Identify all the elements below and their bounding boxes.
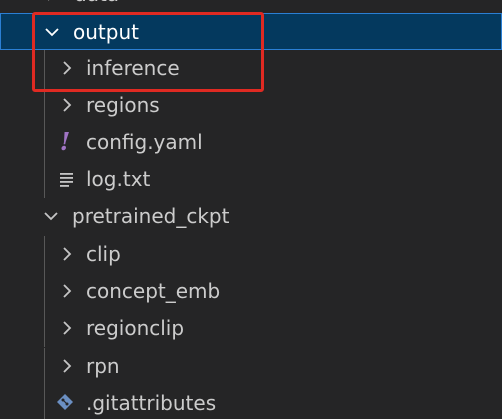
indent-guide [44,348,45,385]
tree-item-pretrained-ckpt[interactable]: pretrained_ckpt [0,198,502,235]
git-diamond-icon [55,391,75,415]
chevron-down-icon [43,23,61,41]
tree-item-label: inference [86,56,180,80]
tree-item-regionclip[interactable]: regionclip [0,310,502,347]
indent-guide [44,161,45,198]
tree-item-label: data [74,0,119,7]
text-lines-icon [58,167,78,191]
tree-item-label: regions [86,93,160,117]
file-explorer-tree: data output inference regions ! config.y… [0,0,502,419]
tree-item-label: log.txt [86,167,151,191]
chevron-right-icon [58,357,76,375]
indent-guide [44,236,45,273]
chevron-right-icon [58,245,76,263]
chevron-down-icon [42,207,60,225]
chevron-right-icon [58,319,76,337]
tree-item-inference[interactable]: inference [0,50,502,87]
tree-item-clip[interactable]: clip [0,236,502,273]
tree-item-label: concept_emb [86,279,221,303]
tree-item-concept-emb[interactable]: concept_emb [0,273,502,310]
chevron-right-icon [42,0,60,3]
indent-guide [44,310,45,347]
tree-item-label: output [73,20,139,44]
indent-guide [44,385,45,419]
tree-item-label: pretrained_ckpt [72,204,230,228]
tree-item-label: clip [86,242,121,266]
tree-item-config-yaml[interactable]: ! config.yaml [0,124,502,161]
indent-guide [44,273,45,310]
tree-item-regions[interactable]: regions [0,87,502,124]
tree-item-label: .gitattributes [86,391,217,415]
tree-item-label: config.yaml [86,130,203,154]
tree-item-rpn[interactable]: rpn [0,348,502,385]
yaml-exclamation-icon: ! [59,127,71,156]
indent-guide [44,87,45,124]
chevron-right-icon [58,282,76,300]
tree-item-output[interactable]: output [0,13,502,50]
tree-item-label: rpn [86,354,120,378]
chevron-right-icon [58,96,76,114]
chevron-right-icon [58,59,76,77]
indent-guide [44,124,45,161]
tree-item-data[interactable]: data [0,0,502,13]
tree-item-gitattributes[interactable]: .gitattributes [0,385,502,419]
indent-guide [44,50,45,87]
tree-item-label: regionclip [86,316,185,340]
tree-item-log-txt[interactable]: log.txt [0,161,502,198]
